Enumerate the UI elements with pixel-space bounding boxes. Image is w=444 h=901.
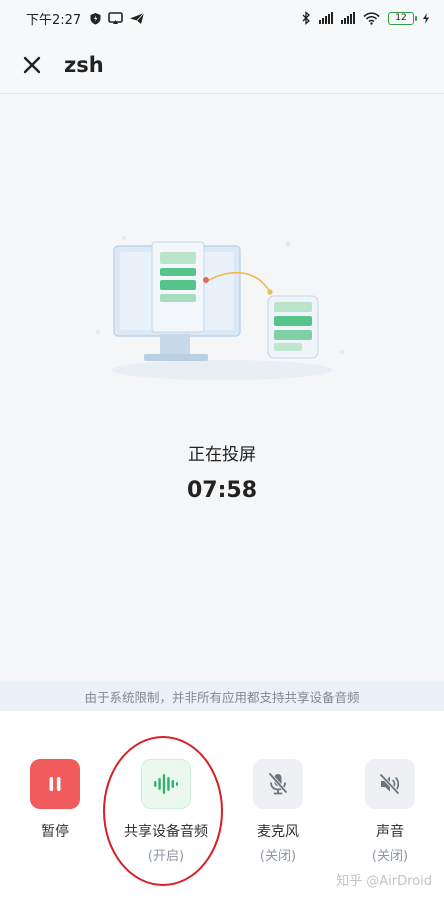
screen-casting-illustration — [95, 236, 345, 380]
pause-control[interactable]: 暂停 — [5, 759, 105, 841]
pause-icon — [49, 777, 61, 791]
sound-state: (关闭) — [371, 849, 409, 864]
microphone-state: (关闭) — [259, 849, 297, 864]
signal-icon — [341, 12, 355, 24]
sound-control[interactable]: 声音 (关闭) — [340, 759, 440, 864]
send-icon — [130, 12, 145, 24]
screen: 下午2:27 12 zsh 正在投屏 07:58 由于系统限制，并非所有应用都支… — [0, 0, 444, 901]
sound-button[interactable] — [365, 759, 415, 809]
app-header: zsh — [0, 36, 444, 94]
wifi-icon — [363, 11, 380, 25]
microphone-button[interactable] — [253, 759, 303, 809]
charging-icon — [423, 12, 429, 24]
pause-button[interactable] — [30, 759, 80, 809]
casting-timer: 07:58 — [186, 478, 258, 503]
sound-label: 声音 — [376, 824, 404, 840]
close-button[interactable] — [0, 36, 64, 94]
microphone-control[interactable]: 麦克风 (关闭) — [228, 759, 328, 864]
page-title: zsh — [64, 52, 104, 77]
system-notice: 由于系统限制，并非所有应用都支持共享设备音频 — [0, 681, 444, 711]
microphone-label: 麦克风 — [257, 824, 299, 840]
watermark: 知乎 @AirDroid — [336, 874, 432, 889]
annotation-circle — [103, 736, 223, 886]
status-time: 下午2:27 — [26, 12, 82, 28]
bluetooth-icon — [302, 11, 310, 25]
battery-icon: 12 — [388, 11, 417, 25]
casting-status: 正在投屏 — [188, 445, 256, 465]
cast-icon — [108, 11, 124, 24]
speaker-muted-icon — [379, 773, 400, 795]
control-bar: 暂停 共享设备音频 (开启) 麦克风 (关闭) 声音 (关闭) 知乎 @AirD… — [0, 711, 444, 901]
close-icon — [23, 56, 41, 73]
microphone-muted-icon — [268, 772, 288, 795]
pause-label: 暂停 — [41, 824, 69, 840]
shield-icon — [90, 12, 101, 24]
status-bar: 下午2:27 12 — [0, 0, 444, 36]
signal-icon — [319, 12, 333, 24]
